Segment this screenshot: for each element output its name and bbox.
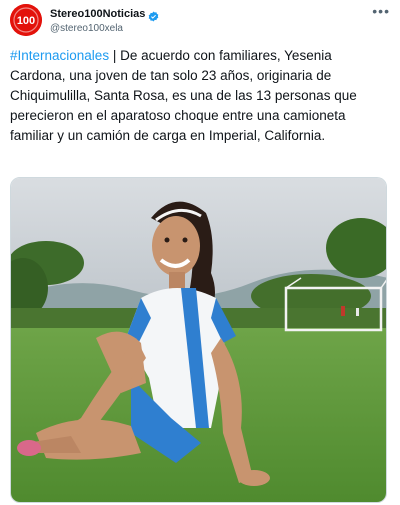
- photo-illustration: [11, 178, 386, 502]
- account-names: Stereo100Noticias @stereo100xela: [50, 7, 159, 34]
- tweet-photo[interactable]: [10, 177, 387, 503]
- tweet-text: #Internacionales | De acuerdo con famili…: [10, 46, 390, 146]
- avatar[interactable]: 100: [10, 4, 42, 36]
- tweet-header: 100 Stereo100Noticias @stereo100xela •••: [10, 4, 390, 38]
- more-options-icon[interactable]: •••: [372, 4, 390, 18]
- tweet-card[interactable]: 100 Stereo100Noticias @stereo100xela •••…: [0, 0, 400, 505]
- hashtag-link[interactable]: #Internacionales: [10, 48, 109, 63]
- display-name[interactable]: Stereo100Noticias: [50, 8, 145, 20]
- verified-badge-icon: [148, 9, 159, 21]
- account-handle[interactable]: @stereo100xela: [50, 23, 159, 34]
- avatar-logo-text: 100: [17, 15, 35, 27]
